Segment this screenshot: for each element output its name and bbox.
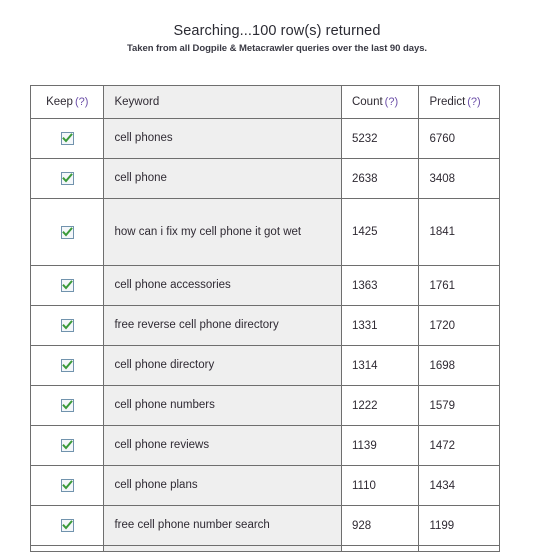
- column-header-keep: Keep (?): [29, 85, 105, 119]
- cell-keyword: cell phones: [103, 118, 342, 159]
- cell-count: 1139: [340, 425, 420, 466]
- cell-count: 5232: [340, 118, 420, 159]
- keyword-results-table: Keep (?) Keyword Count (?) Predict (?) cell…: [29, 85, 500, 552]
- results-header: Searching...100 row(s) returned Taken fr…: [0, 0, 554, 56]
- cell-predict: 3408: [418, 158, 500, 199]
- cell-keyword: [103, 545, 342, 552]
- keep-checkbox[interactable]: [60, 359, 74, 372]
- keep-checkbox[interactable]: [60, 225, 74, 239]
- help-icon-count[interactable]: (?): [385, 96, 398, 108]
- cell-predict: 1720: [418, 305, 500, 346]
- cell-keep: [29, 545, 105, 552]
- table-row: free reverse cell phone directory 1331 172…: [29, 305, 500, 346]
- help-icon-keep[interactable]: (?): [75, 96, 88, 108]
- search-status-text: Searching...100 row(s) returned: [173, 23, 381, 39]
- data-source-note: Taken from all Dogpile & Metacrawler que…: [126, 43, 428, 54]
- cell-keyword: free cell phone number search: [103, 505, 342, 546]
- cell-keep[interactable]: [29, 305, 105, 346]
- cell-keep[interactable]: [29, 465, 105, 506]
- table-row: cell phone accessories 1363 1761: [29, 265, 500, 306]
- table-row: cell phone numbers 1222 1579: [29, 385, 500, 426]
- cell-keep[interactable]: [29, 158, 105, 199]
- cell-predict: 1472: [418, 425, 500, 466]
- table-body: cell phones 5232 6760 cell phone 2638 3408 how…: [29, 118, 500, 552]
- cell-keep[interactable]: [29, 505, 105, 546]
- table-row: cell phones 5232 6760: [29, 118, 500, 159]
- cell-keep[interactable]: [29, 345, 105, 386]
- cell-keyword: cell phone directory: [103, 345, 342, 386]
- cell-keyword: cell phone: [103, 158, 342, 199]
- cell-predict: 1761: [418, 265, 500, 306]
- column-header-predict-label: Predict: [429, 96, 466, 108]
- keep-checkbox[interactable]: [60, 479, 74, 492]
- table-header: Keep (?) Keyword Count (?) Predict (?): [29, 85, 500, 119]
- column-header-count-label: Count: [351, 96, 383, 108]
- keep-checkbox[interactable]: [60, 172, 74, 185]
- cell-count: 1314: [340, 345, 420, 386]
- cell-keep[interactable]: [29, 198, 105, 266]
- keep-checkbox[interactable]: [60, 319, 74, 332]
- cell-keyword: free reverse cell phone directory: [103, 305, 342, 346]
- cell-keyword: how can i fix my cell phone it got wet: [103, 198, 342, 266]
- cell-count: 928: [340, 505, 420, 546]
- help-icon-predict[interactable]: (?): [467, 96, 480, 108]
- cell-predict: 1579: [418, 385, 500, 426]
- keep-checkbox[interactable]: [60, 279, 74, 292]
- keep-checkbox[interactable]: [60, 439, 74, 452]
- table-row: cell phone reviews 1139 1472: [29, 425, 500, 466]
- cell-keep[interactable]: [29, 265, 105, 306]
- keep-checkbox[interactable]: [60, 399, 74, 412]
- results-table-container: Keep (?) Keyword Count (?) Predict (?) cell…: [29, 85, 500, 552]
- cell-count: 1222: [340, 385, 420, 426]
- cell-predict: 1698: [418, 345, 500, 386]
- keep-checkbox[interactable]: [60, 519, 74, 532]
- table-row: free cell phone number search 928 1199: [29, 505, 500, 546]
- cell-count: 1425: [340, 198, 420, 266]
- cell-keyword: cell phone reviews: [103, 425, 342, 466]
- column-header-keep-label: Keep: [46, 96, 73, 108]
- cell-keep[interactable]: [29, 385, 105, 426]
- cell-keyword: cell phone accessories: [103, 265, 342, 306]
- cell-keep[interactable]: [29, 425, 105, 466]
- cell-count: 1110: [340, 465, 420, 506]
- cell-keyword: cell phone plans: [103, 465, 342, 506]
- cell-keep[interactable]: [29, 118, 105, 159]
- table-row: cell phone plans 1110 1434: [29, 465, 500, 506]
- column-header-keyword-label: Keyword: [114, 96, 160, 108]
- cell-count: [340, 545, 420, 552]
- cell-predict: 6760: [418, 118, 500, 159]
- cell-predict: 1841: [418, 198, 500, 266]
- cell-count: 1363: [340, 265, 420, 306]
- cell-count: 1331: [340, 305, 420, 346]
- table-row: how can i fix my cell phone it got wet 14…: [29, 198, 500, 266]
- cell-predict: 1434: [418, 465, 500, 506]
- cell-count: 2638: [340, 158, 420, 199]
- table-row: cell phone 2638 3408: [29, 158, 500, 199]
- table-row: cell phone directory 1314 1698: [29, 345, 500, 386]
- column-header-predict: Predict (?): [418, 85, 500, 119]
- cell-predict: 1199: [418, 505, 500, 546]
- table-row: [29, 545, 500, 552]
- cell-predict: [418, 545, 500, 552]
- column-header-keyword: Keyword: [103, 85, 342, 119]
- keep-checkbox[interactable]: [60, 132, 74, 145]
- table-header-row: Keep (?) Keyword Count (?) Predict (?): [29, 85, 500, 119]
- cell-keyword: cell phone numbers: [103, 385, 342, 426]
- column-header-count: Count (?): [340, 85, 420, 119]
